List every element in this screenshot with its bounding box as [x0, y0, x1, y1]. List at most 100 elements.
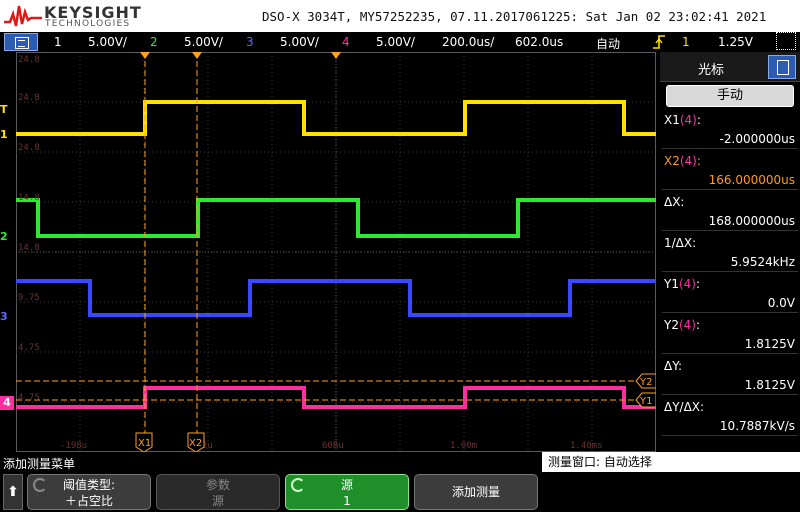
cursor-panel-title: 光标 — [698, 63, 725, 78]
readout-separator — [662, 148, 798, 149]
readout-value: 10.7887kV/s — [719, 419, 795, 433]
time-label: 60Bu — [322, 441, 344, 451]
softkey-label: 参数 — [205, 478, 230, 492]
ch3-number[interactable]: 3 — [246, 35, 254, 49]
cursor-y1-tag[interactable]: Y1 — [635, 392, 656, 408]
cursor-readout: ΔX: 168.000000us — [664, 192, 798, 230]
softkey-value: 源 — [211, 494, 224, 508]
brand-subtitle: TECHNOLOGIES — [45, 19, 131, 29]
ch3-scale[interactable]: 5.00V/ — [280, 35, 319, 49]
readout-label-text: Y1 — [664, 277, 679, 291]
cursor-readout: X2(4): 166.000000us — [664, 151, 798, 189]
doc-icon[interactable] — [768, 55, 796, 79]
ch3-ground-marker[interactable]: 3 — [0, 310, 16, 324]
readout-label: ΔY/ΔX: — [664, 397, 798, 417]
level-label: 9.75 — [18, 293, 40, 303]
cursor-x1-tag[interactable]: X1 — [135, 432, 153, 452]
refresh-icon — [33, 478, 47, 492]
status-bar: 1 5.00V/ 2 5.00V/ 3 5.00V/ 4 5.00V/ 200.… — [0, 32, 800, 52]
cursor-readout: ΔY/ΔX: 10.7887kV/s — [664, 397, 798, 435]
readout-label-text: ΔY: — [664, 359, 682, 373]
readout-value: 0.0V — [767, 296, 795, 310]
source-softkey[interactable]: 源 1 — [285, 474, 409, 510]
cursor-readout: Y2(4): 1.8125V — [664, 315, 798, 353]
level-label: 24.8 — [18, 93, 40, 103]
readout-colon: : — [695, 318, 701, 332]
refresh-icon — [291, 478, 305, 492]
waveform-area[interactable]: 24.8 24.8 24.8 14.8 14.8 9.75 4.75 4.75 … — [16, 52, 656, 452]
trigger-mode[interactable]: 自动 — [596, 35, 620, 52]
cursor-y1-label: Y1 — [639, 396, 652, 407]
ch4-scale[interactable]: 5.00V/ — [376, 35, 415, 49]
up-arrow-icon[interactable]: ⬆ — [3, 474, 23, 510]
ch4-number[interactable]: 4 — [342, 35, 350, 49]
readout-label-text: X1 — [664, 113, 680, 127]
readout-label: Y2(4): — [664, 315, 798, 335]
title-bar: KEYSIGHT TECHNOLOGIES DSO-X 3034T, MY572… — [0, 0, 800, 32]
ch1-scale[interactable]: 5.00V/ — [88, 35, 127, 49]
readout-value: 168.000000us — [708, 214, 795, 228]
readout-separator — [662, 189, 798, 190]
menu-icon[interactable] — [4, 33, 38, 51]
level-label: 14.8 — [18, 243, 40, 253]
device-info: DSO-X 3034T, MY57252235, 07.11.201706122… — [262, 9, 767, 24]
readout-separator — [662, 271, 798, 272]
keysight-wave-icon — [4, 5, 42, 27]
readout-value: 1.8125V — [744, 378, 795, 392]
cursor-y2-tag[interactable]: Y2 — [635, 373, 656, 389]
readout-separator — [662, 394, 798, 395]
readout-label: ΔY: — [664, 356, 798, 376]
readout-colon: : — [696, 113, 701, 127]
add-measurement-softkey[interactable]: 添加测量 — [414, 474, 538, 510]
grid-lines — [16, 52, 656, 452]
cursor-x2-label: X2 — [189, 438, 202, 449]
timebase[interactable]: 200.0us/ — [442, 35, 494, 49]
trigger-level[interactable]: 1.25V — [718, 35, 753, 49]
delay[interactable]: 602.0us — [515, 35, 563, 49]
cursor-readout: ΔY: 1.8125V — [664, 356, 798, 394]
ch2-number[interactable]: 2 — [150, 35, 158, 49]
ch2-ground-marker[interactable]: 2 — [0, 230, 16, 244]
threshold-type-softkey[interactable]: 阈值类型: ＋占空比 — [27, 474, 151, 510]
time-label: 1.40ms — [570, 441, 603, 451]
level-label: 24.8 — [18, 55, 40, 65]
cursor-x1-label: X1 — [138, 438, 151, 449]
level-label: 14.8 — [18, 193, 40, 203]
readout-label-text: ΔY/ΔX: — [664, 400, 705, 414]
readout-source: (4) — [679, 154, 697, 168]
time-label: -198u — [60, 441, 87, 451]
level-label: 24.8 — [18, 143, 40, 153]
ch1-number[interactable]: 1 — [54, 35, 62, 49]
trigger-edge-icon — [653, 35, 665, 49]
ch4-ground-marker[interactable]: 4 — [0, 396, 14, 410]
keysight-logo: KEYSIGHT TECHNOLOGIES — [4, 2, 141, 30]
x2-top-marker — [192, 52, 202, 59]
readout-value: 5.9524kHz — [730, 255, 795, 269]
ch2-scale[interactable]: 5.00V/ — [184, 35, 223, 49]
ch1-ground-marker[interactable]: 1 — [0, 128, 16, 142]
readout-separator — [662, 312, 798, 313]
cursor-panel-header: 光标 — [660, 52, 800, 82]
readout-label-text: 1/ΔX: — [664, 236, 697, 250]
readout-colon: : — [695, 277, 701, 291]
readout-label: Y1(4): — [664, 274, 798, 294]
readout-separator — [662, 230, 798, 231]
level-label: 4.75 — [18, 393, 40, 403]
readout-label: 1/ΔX: — [664, 233, 798, 253]
cursor-mode-button[interactable]: 手动 — [666, 85, 794, 107]
delay-marker — [331, 52, 341, 59]
measurement-window-status: 测量窗口: 自动选择 — [540, 452, 800, 472]
cursor-readout: 1/ΔX: 5.9524kHz — [664, 233, 798, 271]
cursor-lines[interactable] — [16, 52, 636, 436]
readout-label-text: ΔX: — [664, 195, 685, 209]
readout-value: 1.8125V — [744, 337, 795, 351]
trigger-channel[interactable]: 1 — [682, 35, 690, 49]
submenu-title: 添加测量菜单 — [3, 457, 76, 471]
readout-value: -2.000000us — [719, 132, 795, 146]
readout-label-text: Y2 — [664, 318, 679, 332]
time-label: 1.00m — [450, 441, 477, 451]
trigger-level-marker[interactable]: T — [0, 103, 16, 117]
softkey-value: ＋占空比 — [64, 494, 113, 508]
parameter-softkey[interactable]: 参数 源 — [156, 474, 280, 510]
zoom-icon[interactable] — [776, 32, 796, 50]
